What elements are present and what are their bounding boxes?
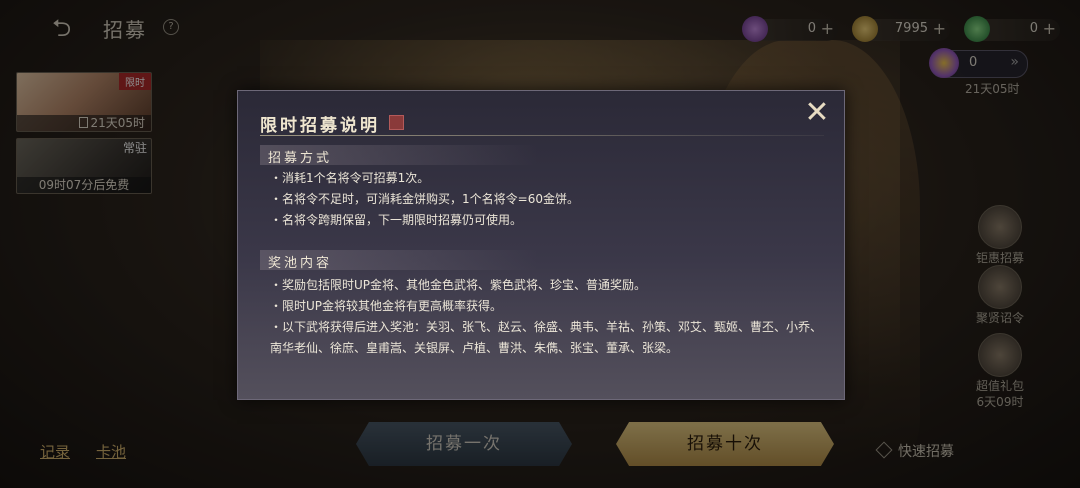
dialog-title: 限时招募说明 [260,116,380,136]
rule-item: ・奖励包括限时UP金将、其他金色武将、紫色武将、珍宝、普通奖励。 [270,278,647,292]
seal-icon [389,115,404,130]
rule-item: ・限时UP金将较其他金将有更高概率获得。 [270,299,503,313]
close-button[interactable]: ✕ [803,98,831,128]
close-icon: ✕ [804,95,830,130]
title-divider [260,135,824,136]
rule-item: ・名将令跨期保留，下一期限时招募仍可使用。 [270,213,523,227]
section-heading: 招募方式 [268,151,333,166]
rule-item: ・消耗1个名将令可招募1次。 [270,171,430,185]
rule-item: ・以下武将获得后进入奖池：关羽、张飞、赵云、徐盛、典韦、羊祜、孙策、邓艾、甄姬、… [270,320,823,355]
section-heading: 奖池内容 [268,256,333,271]
rule-item: ・名将令不足时，可消耗金饼购买，1个名将令=60金饼。 [270,192,579,206]
limited-recruit-info-dialog: 限时招募说明 ✕ 招募方式 ・消耗1个名将令可招募1次。 ・名将令不足时，可消耗… [237,90,845,400]
